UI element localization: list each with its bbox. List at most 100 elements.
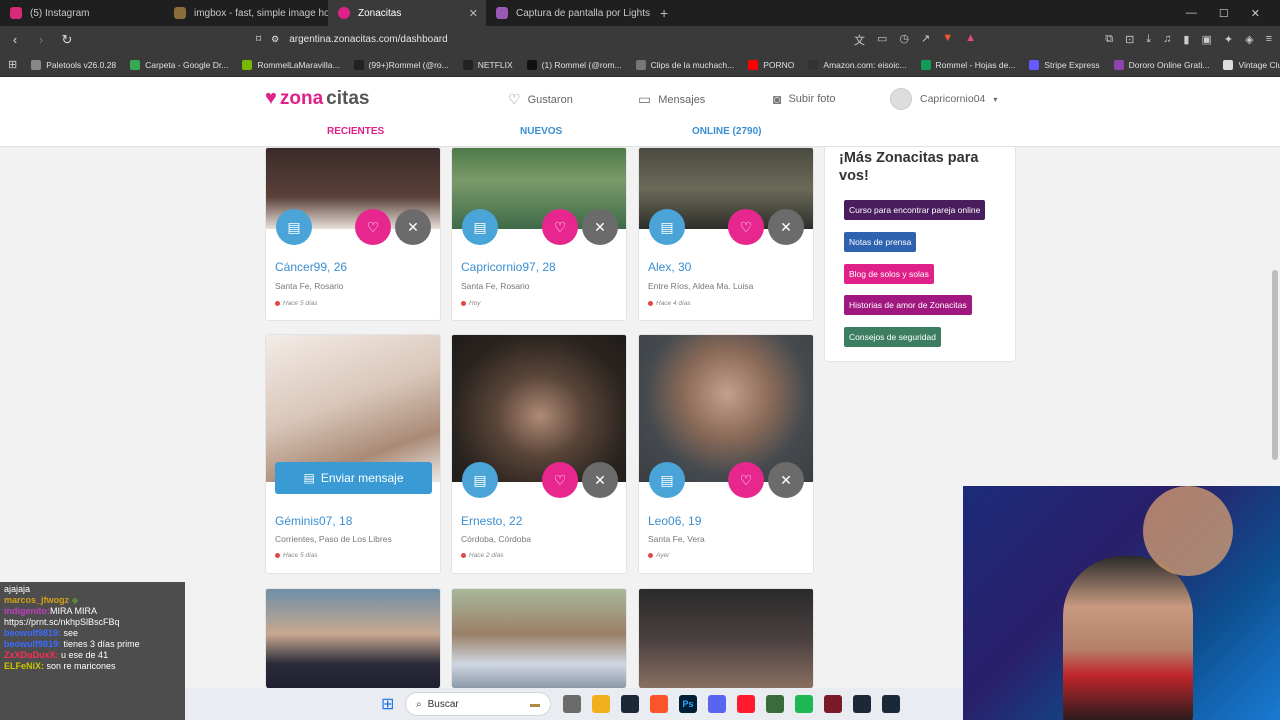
like-button[interactable]: ♡ [355,209,391,245]
taskbar-search[interactable]: ⌕ Buscar ▬ [405,692,551,716]
minimize-button[interactable]: — [1186,7,1197,20]
brave-shield-icon[interactable]: ▼ [942,32,953,48]
profile-name[interactable]: Géminis07, 18 [275,514,352,528]
site-info-icon[interactable]: ⚙ [271,34,279,45]
profile-photo[interactable] [266,335,440,482]
brave-rewards-icon[interactable]: ▲ [965,32,976,48]
course-link[interactable]: Curso para encontrar pareja online [844,200,986,220]
cast-icon[interactable]: ▭ [877,32,887,48]
nav-upload-photo[interactable]: ◙ Subir foto [773,91,836,107]
profile-name[interactable]: Cáncer99, 26 [275,260,347,274]
bookmark-item[interactable]: PORNO [748,59,794,70]
message-button[interactable]: ▤ [649,462,685,498]
bookmark-item[interactable]: Paletools v26.0.28 [31,59,116,70]
share-icon[interactable]: ↗ [921,32,930,48]
message-button[interactable]: ▤ [276,209,312,245]
profile-photo[interactable] [639,589,813,688]
extensions-icon[interactable]: ⧉ [1105,33,1113,46]
bookmark-item[interactable]: Stripe Express [1029,59,1100,70]
bookmark-item[interactable]: Dororo Online Grati... [1113,59,1209,70]
dismiss-button[interactable]: ✕ [768,462,804,498]
like-button[interactable]: ♡ [542,209,578,245]
profile-card[interactable]: ▤ ♡ ✕ Alex, 30 Entre Ríos, Aldea Ma. Lui… [638,147,814,321]
close-tab-icon[interactable]: ✕ [469,7,478,20]
like-button[interactable]: ♡ [542,462,578,498]
valorant-icon[interactable] [824,695,842,713]
scrollbar-thumb[interactable] [1272,270,1278,460]
message-button[interactable]: ▤ [462,209,498,245]
tab-new[interactable]: NUEVOS [520,126,562,137]
profile-card[interactable]: ▤ ♡ ✕ Cáncer99, 26 Santa Fe, Rosario Hac… [265,147,441,321]
maximize-button[interactable]: ☐ [1219,7,1229,20]
profile-card[interactable]: ▤ ♡ ✕ Ernesto, 22 Córdoba, Córdoba Hace … [451,334,627,574]
profile-card[interactable]: ▤ ♡ ✕ Capricornio97, 28 Santa Fe, Rosari… [451,147,627,321]
like-button[interactable]: ♡ [728,462,764,498]
safety-tips-link[interactable]: Consejos de seguridad [844,327,941,347]
tab-online[interactable]: ONLINE (2790) [692,126,761,137]
press-notes-link[interactable]: Notas de prensa [844,232,917,252]
dismiss-button[interactable]: ✕ [582,209,618,245]
message-button[interactable]: ▤ [462,462,498,498]
translate-icon[interactable]: 文 [854,32,865,48]
leo-icon[interactable]: ✦ [1224,33,1233,46]
dismiss-button[interactable]: ✕ [768,209,804,245]
zonacitas-logo[interactable]: ♥ zona citas [265,87,369,110]
screenshot-icon[interactable]: ⊡ [1125,33,1134,46]
message-button[interactable]: ▤ [649,209,685,245]
windows-start-icon[interactable]: ⊞ [381,694,394,714]
tab-lightshot[interactable]: Captura de pantalla por Lightshot [486,0,650,26]
bookmark-item[interactable]: Vintage Club UK - O... [1223,59,1280,70]
brave-icon[interactable] [650,695,668,713]
profile-card[interactable] [638,588,814,688]
profile-photo[interactable] [452,335,626,482]
bookmark-item[interactable]: Carpeta - Google Dr... [130,59,228,70]
sidebar-icon[interactable]: ▮ [1183,33,1189,46]
bookmark-icon[interactable]: ⌑ [256,34,261,45]
profile-photo[interactable] [266,589,440,688]
profile-photo[interactable] [452,589,626,688]
profile-photo[interactable] [639,335,813,482]
send-message-button[interactable]: ▤ Enviar mensaje [275,462,432,494]
close-window-button[interactable]: ✕ [1251,7,1260,20]
profile-name[interactable]: Leo06, 19 [648,514,701,528]
task-view-icon[interactable] [563,695,581,713]
profile-card[interactable]: ▤ ♡ ✕ Leo06, 19 Santa Fe, Vera Ayer [638,334,814,574]
bookmark-item[interactable]: Amazon.com: eisoic... [808,59,907,70]
profile-card[interactable] [451,588,627,688]
steam-icon[interactable] [621,695,639,713]
file-explorer-icon[interactable] [592,695,610,713]
profile-name[interactable]: Capricornio97, 28 [461,260,556,274]
bookmark-item[interactable]: NETFLIX [462,59,513,70]
back-icon[interactable]: ‹ [8,32,22,47]
profile-name[interactable]: Ernesto, 22 [461,514,522,528]
vpn-icon[interactable]: ◈ [1245,33,1253,46]
tab-instagram[interactable]: (5) Instagram [0,0,164,26]
download-icon[interactable]: ⤓ [1146,33,1151,46]
steam-icon[interactable] [853,695,871,713]
media-icon[interactable]: ♫ [1163,33,1171,46]
user-menu[interactable]: Capricornio04 ▾ [890,88,997,110]
opera-icon[interactable] [737,695,755,713]
profile-name[interactable]: Alex, 30 [648,260,691,274]
bookmark-item[interactable]: (99+)Rommel (@ro... [353,59,449,70]
tab-recent[interactable]: RECIENTES [327,126,384,137]
app-icon[interactable] [766,695,784,713]
profile-card[interactable] [265,588,441,688]
bookmark-item[interactable]: (1) Rommel (@rom... [526,59,622,70]
discord-icon[interactable] [708,695,726,713]
tab-zonacitas[interactable]: Zonacitas ✕ [328,0,486,26]
new-tab-button[interactable]: + [650,5,678,21]
photoshop-icon[interactable]: Ps [679,695,697,713]
apps-icon[interactable]: ⊞ [8,58,17,71]
blog-link[interactable]: Blog de solos y solas [844,264,934,284]
bookmark-item[interactable]: Clips de la muchach... [635,59,734,70]
profile-card[interactable]: ▤ Enviar mensaje Géminis07, 18 Corriente… [265,334,441,574]
like-button[interactable]: ♡ [728,209,764,245]
menu-icon[interactable]: ≡ [1266,33,1272,46]
url-field[interactable]: ⌑ ⚙ argentina.zonacitas.com/dashboard 文 … [256,32,976,48]
nav-messages[interactable]: ▭ Mensajes [638,91,705,108]
spotify-icon[interactable] [795,695,813,713]
reload-icon[interactable]: ↻ [60,32,74,48]
tab-imgbox[interactable]: imgbox - fast, simple image host [164,0,328,26]
history-icon[interactable]: ◷ [899,32,909,48]
